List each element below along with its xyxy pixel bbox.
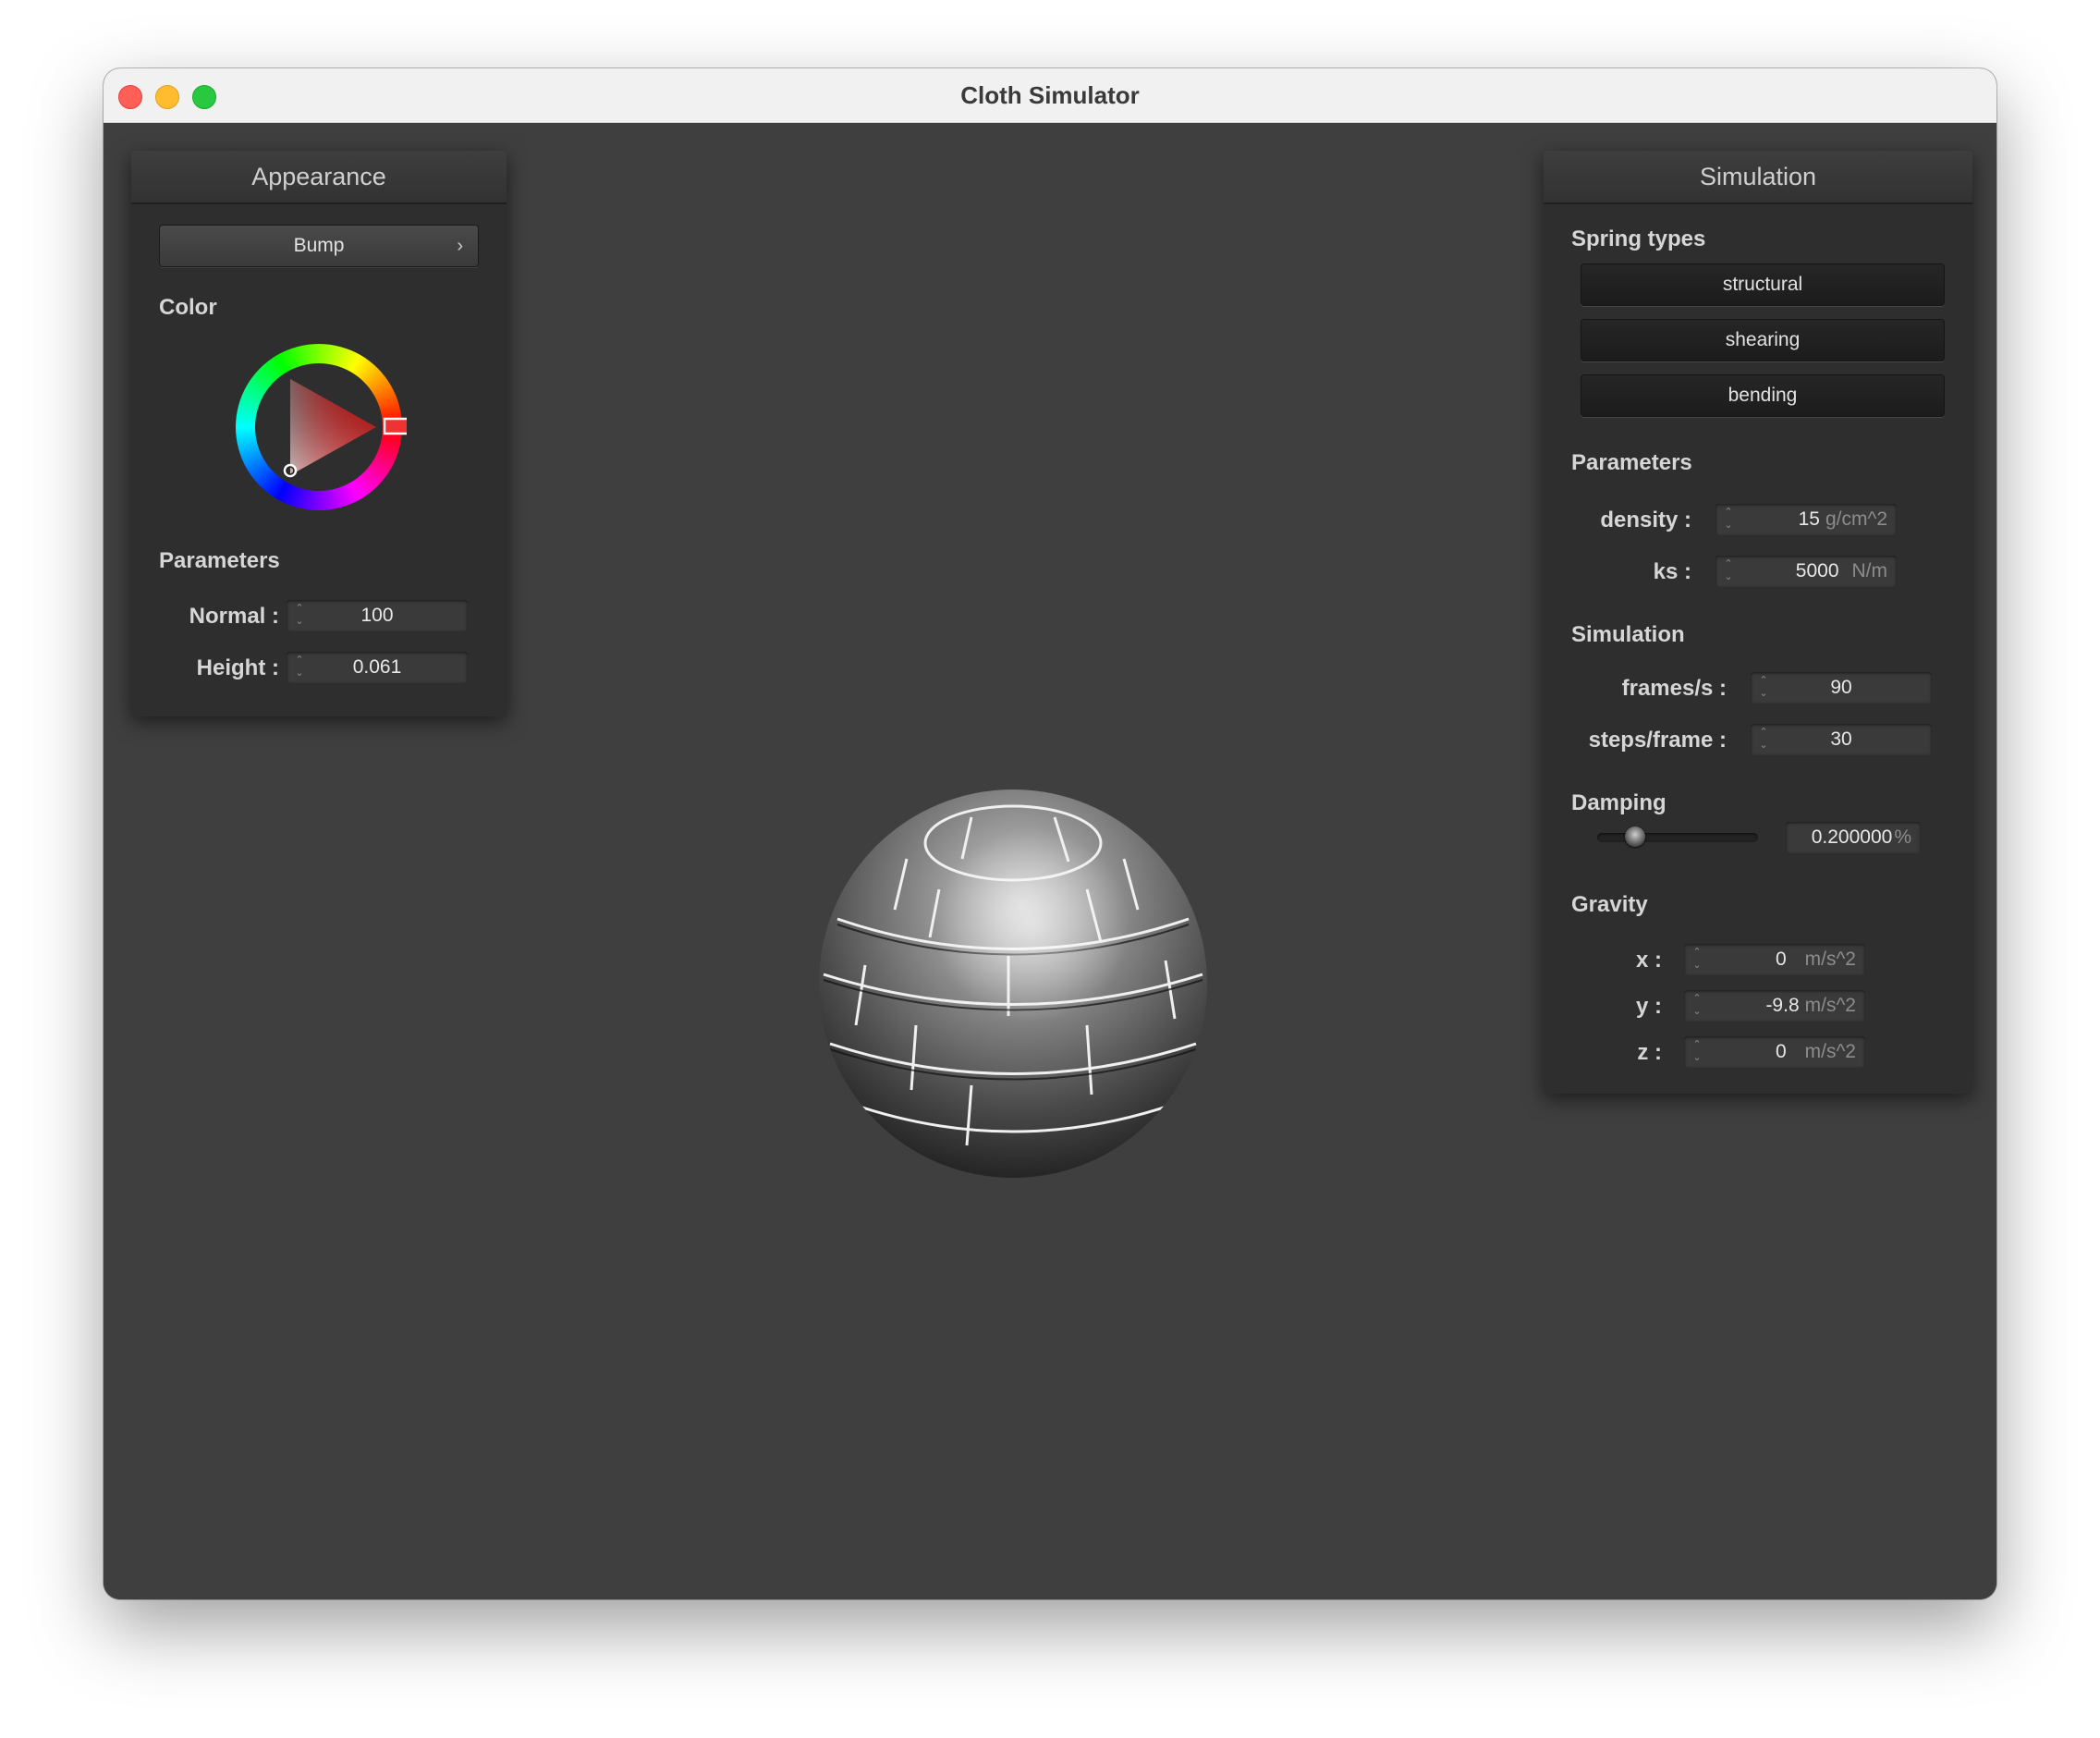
spring-types-label: Spring types	[1571, 226, 1706, 251]
bending-toggle[interactable]: bending	[1581, 374, 1945, 417]
window-title: Cloth Simulator	[960, 81, 1140, 109]
simulation-section-label: Simulation	[1571, 622, 1685, 647]
damping-label: Damping	[1571, 790, 1667, 815]
gravity-z-input[interactable]: ⌃ ⌄ 0 m/s^2	[1684, 1036, 1865, 1068]
color-wheel[interactable]	[231, 339, 407, 515]
gravity-y-label: y :	[1635, 994, 1662, 1019]
gravity-z-label: z :	[1637, 1040, 1662, 1065]
gravity-x-label: x :	[1635, 948, 1662, 973]
shearing-toggle[interactable]: shearing	[1581, 319, 1945, 361]
damping-slider-thumb[interactable]	[1625, 826, 1646, 847]
hue-marker[interactable]	[383, 417, 407, 435]
fps-label: frames/s :	[1621, 676, 1727, 701]
height-label: Height :	[196, 655, 279, 680]
density-label: density :	[1600, 508, 1691, 532]
damping-slider[interactable]	[1597, 826, 1758, 847]
sim-parameters-label: Parameters	[1571, 450, 1692, 475]
chevron-right-icon: ›	[457, 236, 463, 256]
stepper-icon[interactable]: ⌃ ⌄	[1723, 557, 1734, 583]
gravity-y-input[interactable]: ⌃ ⌄ -9.8 m/s^2	[1684, 990, 1865, 1022]
density-input[interactable]: ⌃ ⌄ 15 g/cm^2	[1715, 504, 1897, 535]
app-window: Cloth Simulator Appearance Bump › Color …	[104, 68, 1996, 1599]
stepper-icon[interactable]: ⌃ ⌄	[1691, 1038, 1703, 1064]
title-bar: Cloth Simulator	[104, 68, 1996, 123]
simulation-panel: Simulation Spring types structural shear…	[1544, 151, 1972, 1094]
damping-input[interactable]: 0.200000%	[1786, 822, 1921, 853]
shader-dropdown-label: Bump	[293, 235, 345, 256]
steps-label: steps/frame :	[1588, 728, 1727, 753]
gravity-x-input[interactable]: ⌃ ⌄ 0 m/s^2	[1684, 944, 1865, 975]
ks-input[interactable]: ⌃ ⌄ 5000 N/m	[1715, 556, 1897, 587]
appearance-header: Appearance	[131, 151, 507, 204]
simulation-header: Simulation	[1544, 151, 1972, 204]
normal-input[interactable]: ⌃ ⌄ 100	[287, 600, 468, 631]
3d-viewport[interactable]: Appearance Bump › Color Parameters Norma…	[104, 123, 1996, 1599]
stepper-icon[interactable]: ⌃ ⌄	[1691, 946, 1703, 972]
structural-toggle[interactable]: structural	[1581, 263, 1945, 306]
stepper-icon[interactable]: ⌃ ⌄	[1723, 506, 1734, 532]
steps-input[interactable]: ⌃ ⌄ 30	[1751, 724, 1932, 755]
color-label: Color	[159, 295, 217, 320]
normal-label: Normal :	[189, 604, 279, 629]
ks-label: ks :	[1653, 559, 1691, 584]
appearance-panel: Appearance Bump › Color Parameters Norma…	[131, 151, 507, 716]
bump-mapped-sphere	[819, 789, 1207, 1178]
gravity-label: Gravity	[1571, 892, 1648, 917]
fps-input[interactable]: ⌃ ⌄ 90	[1751, 672, 1932, 704]
height-input[interactable]: ⌃ ⌄ 0.061	[287, 652, 468, 683]
shader-dropdown[interactable]: Bump ›	[159, 225, 479, 267]
appearance-parameters-label: Parameters	[159, 548, 280, 573]
stepper-icon[interactable]: ⌃ ⌄	[1691, 992, 1703, 1018]
